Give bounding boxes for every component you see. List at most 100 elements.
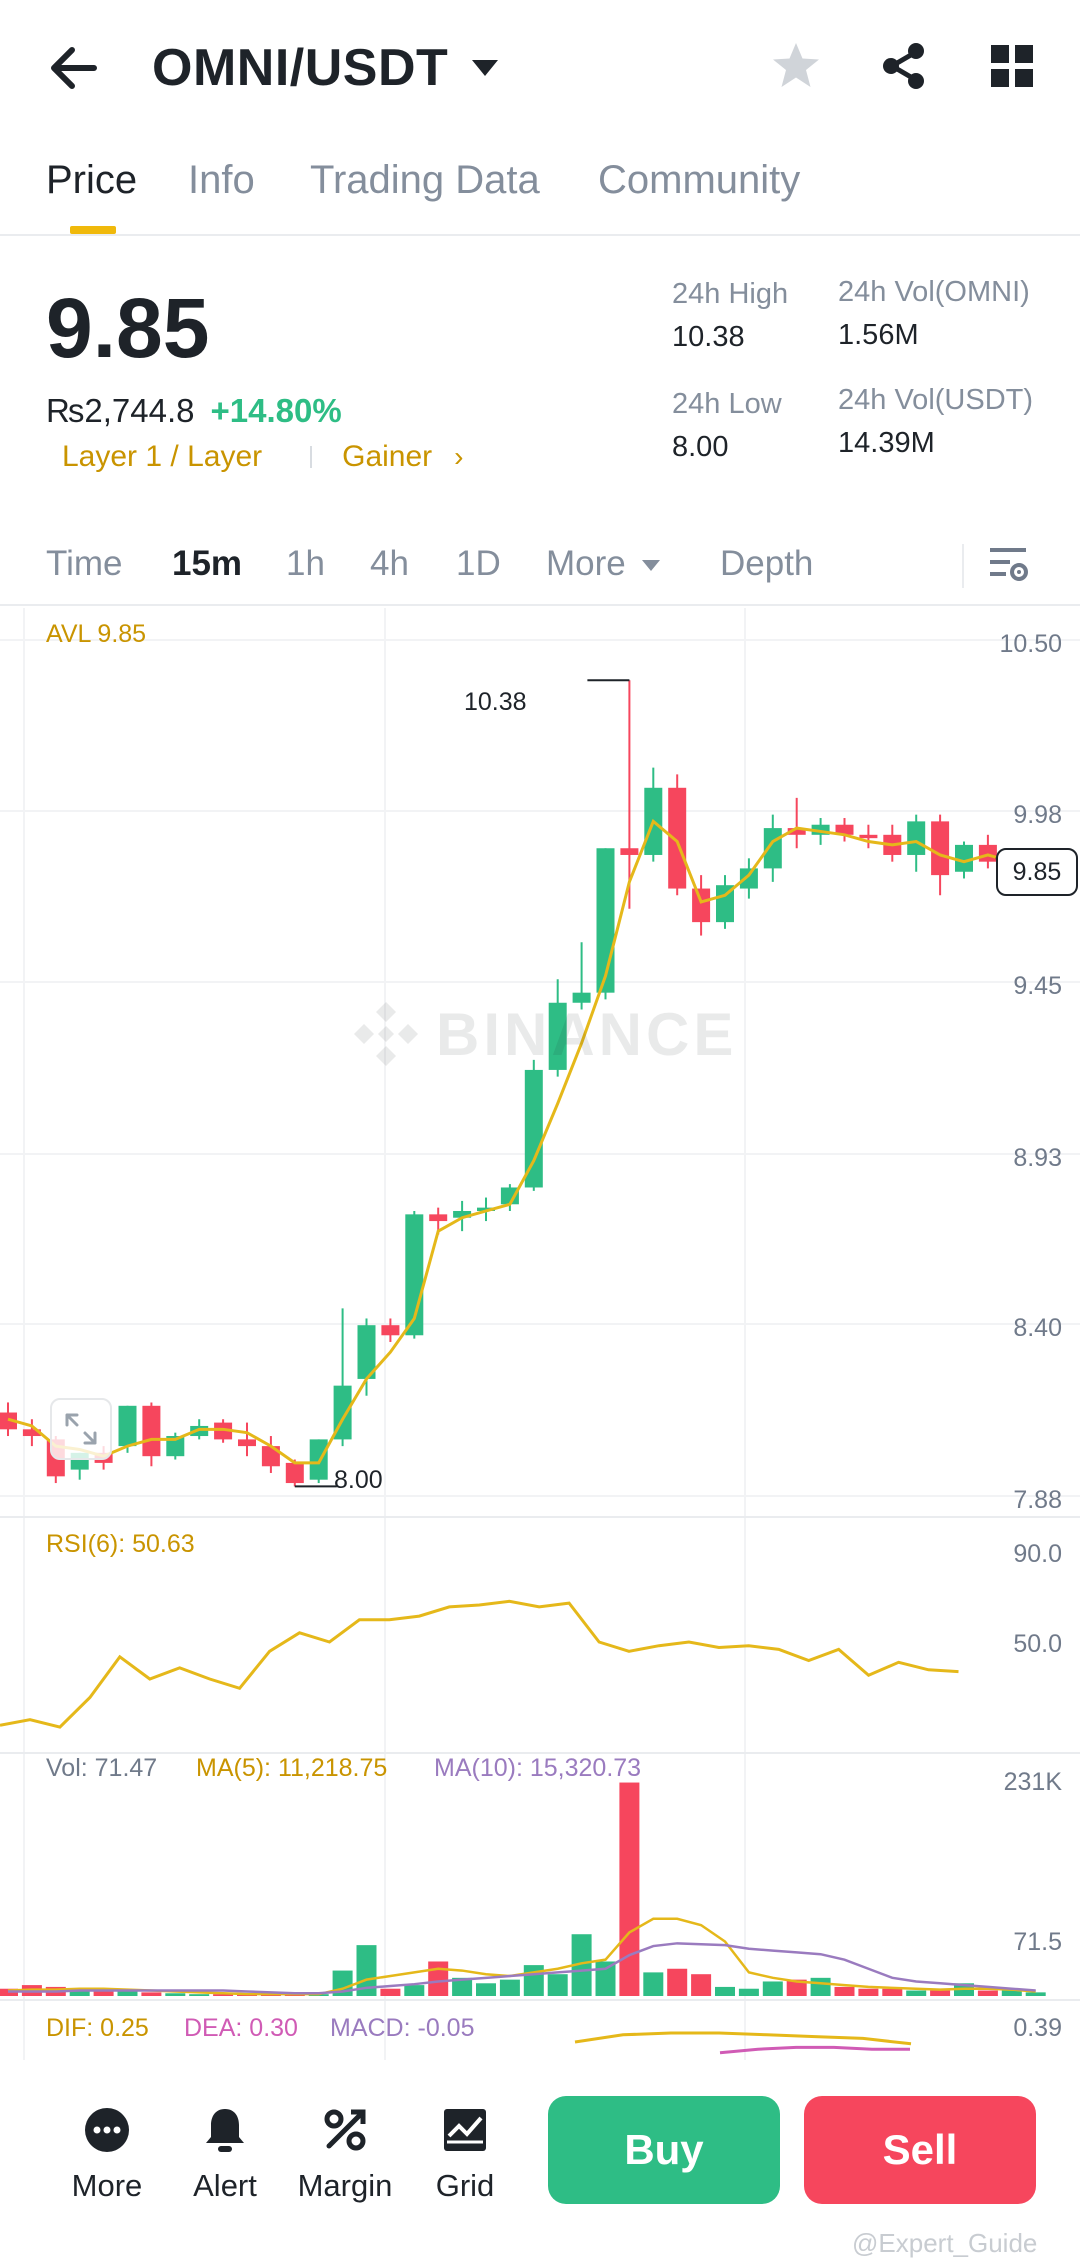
interval-more-label: More xyxy=(546,544,626,583)
chart-settings-icon[interactable] xyxy=(988,544,1028,588)
interval-time[interactable]: Time xyxy=(46,544,122,584)
caret-down-icon xyxy=(472,60,499,76)
vol-ma5-label: MA(5): 11,218.75 xyxy=(196,1754,388,1782)
stat-value: 10.38 xyxy=(672,321,745,353)
volume-bar xyxy=(619,1782,640,1996)
price-ma-line xyxy=(7,818,1036,1465)
candle-body xyxy=(285,1462,304,1484)
volume-bar xyxy=(858,1988,879,1996)
volume-bar xyxy=(476,1983,496,1996)
buy-button[interactable]: Buy xyxy=(548,2096,780,2204)
volume-bar xyxy=(189,1994,210,1996)
candle-body xyxy=(907,821,926,855)
volume-bar xyxy=(810,1977,831,1996)
stat-24h-high: 24h High 10.38 xyxy=(672,278,788,354)
vol-label: Vol: 71.47 xyxy=(46,1754,158,1782)
candlestick-chart[interactable] xyxy=(0,608,1080,2060)
macd-value-label: MACD: -0.05 xyxy=(330,2014,475,2042)
binance-watermark: BINANCE xyxy=(350,998,737,1070)
interval-4h[interactable]: 4h xyxy=(370,544,409,584)
high-marker-label: 10.38 xyxy=(464,688,527,716)
volume-bar xyxy=(428,1961,449,1996)
interval-1h[interactable]: 1h xyxy=(286,544,325,584)
pair-title: OMNI/USDT xyxy=(152,39,449,97)
grid-button[interactable]: Grid xyxy=(410,2100,520,2204)
sell-button[interactable]: Sell xyxy=(804,2096,1036,2204)
grid-label: Grid xyxy=(435,2168,495,2203)
candle-body xyxy=(238,1439,256,1447)
volume-bar xyxy=(595,1961,616,1996)
interval-more[interactable]: More xyxy=(546,544,661,584)
alert-label: Alert xyxy=(193,2168,257,2203)
stat-value: 14.39M xyxy=(838,427,935,459)
rsi-line xyxy=(0,1599,959,1729)
volume-ma5-line xyxy=(7,1917,1036,1996)
margin-button[interactable]: Margin xyxy=(290,2100,400,2204)
volume-bar xyxy=(738,1988,759,1996)
stat-24h-vol-base: 24h Vol(OMNI) 1.56M xyxy=(838,276,1030,352)
stat-label: 24h High xyxy=(672,278,789,310)
chevron-right-icon[interactable]: › xyxy=(454,441,463,473)
grid-menu-icon[interactable] xyxy=(984,38,1040,94)
alert-button[interactable]: Alert xyxy=(170,2100,280,2204)
price-axis-label: 8.93 xyxy=(1013,1144,1062,1172)
last-price: 9.85 xyxy=(46,281,210,375)
interval-divider xyxy=(962,544,964,588)
volume-bar xyxy=(380,1988,401,1996)
expand-chart-icon[interactable] xyxy=(50,1398,112,1460)
volume-bar xyxy=(882,1988,903,1996)
interval-bar: Time 15m 1h 4h 1D More Depth xyxy=(0,530,1080,606)
candle-body xyxy=(429,1214,448,1222)
volume-bar xyxy=(141,1992,162,1996)
volume-bar xyxy=(404,1985,425,1996)
avl-label: AVL 9.85 xyxy=(46,620,147,648)
caret-down-icon xyxy=(642,559,661,571)
back-arrow-icon[interactable] xyxy=(44,38,104,98)
volume-bar xyxy=(1025,1992,1046,1996)
volume-bar xyxy=(834,1986,855,1996)
interval-depth[interactable]: Depth xyxy=(720,544,813,584)
rsi-axis-label: 90.0 xyxy=(1013,1540,1062,1568)
vol-axis-label: 231K xyxy=(1003,1768,1062,1796)
vol-ma10-label: MA(10): 15,320.73 xyxy=(434,1754,642,1782)
tab-trading-data[interactable]: Trading Data xyxy=(310,158,540,203)
price-axis-label: 10.50 xyxy=(999,630,1062,658)
price-change: +14.80% xyxy=(210,392,342,429)
author-watermark: @Expert_Guide xyxy=(852,2228,1038,2258)
margin-percent-icon xyxy=(290,2100,400,2160)
more-button[interactable]: More xyxy=(52,2100,162,2204)
rsi-axis-label: 50.0 xyxy=(1013,1630,1062,1658)
macd-dif-label: DIF: 0.25 xyxy=(46,2014,149,2042)
tag-category[interactable]: Layer 1 / Layer xyxy=(62,440,262,474)
chart-area[interactable]: AVL 9.85 BINANCE 10.50 9.98 9.45 8.93 8.… xyxy=(0,608,1080,2060)
stat-value: 1.56M xyxy=(838,319,919,351)
pair-selector[interactable]: OMNI/USDT xyxy=(152,36,500,100)
share-icon[interactable] xyxy=(876,38,932,94)
candle-body xyxy=(620,848,639,855)
grid-trading-icon xyxy=(410,2100,520,2160)
stat-24h-low: 24h Low 8.00 xyxy=(672,388,782,464)
price-subline: ₨2,744.8 +14.80% xyxy=(46,392,342,430)
interval-1d[interactable]: 1D xyxy=(456,544,501,584)
current-price-tag: 9.85 xyxy=(996,848,1078,896)
volume-bar xyxy=(691,1974,712,1996)
candle-body xyxy=(955,844,973,872)
candle-body xyxy=(142,1405,161,1457)
more-label: More xyxy=(71,2168,143,2203)
stat-value: 8.00 xyxy=(672,431,729,463)
volume-bar xyxy=(930,1990,951,1996)
interval-15m[interactable]: 15m xyxy=(172,544,242,584)
rsi-label: RSI(6): 50.63 xyxy=(46,1530,195,1558)
tab-community[interactable]: Community xyxy=(598,158,800,203)
favorite-star-icon[interactable] xyxy=(768,38,824,94)
watermark-text: BINANCE xyxy=(436,1000,738,1068)
price-axis-label: 9.98 xyxy=(1013,801,1062,829)
volume-bar xyxy=(523,1965,544,1996)
tag-rank[interactable]: Gainer xyxy=(342,440,432,474)
tab-info[interactable]: Info xyxy=(188,158,255,203)
bell-icon xyxy=(170,2100,280,2160)
price-axis-label: 7.88 xyxy=(1013,1486,1062,1514)
stat-label: 24h Vol(USDT) xyxy=(838,384,1034,416)
tab-price[interactable]: Price xyxy=(46,158,137,203)
header: OMNI/USDT xyxy=(0,0,1080,136)
